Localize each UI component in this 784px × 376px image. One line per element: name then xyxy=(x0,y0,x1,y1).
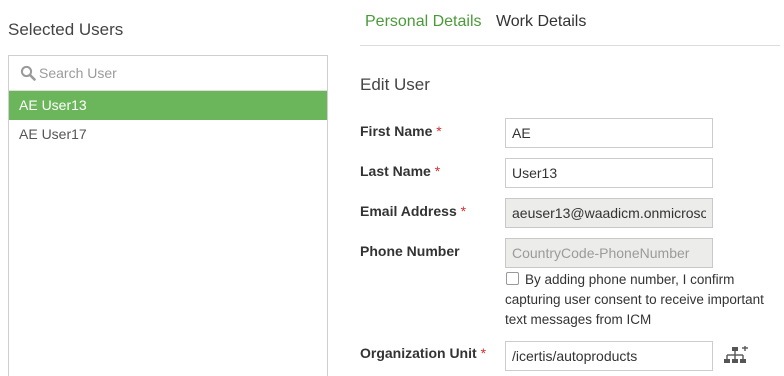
selected-users-list: AE User13 AE User17 xyxy=(8,55,328,376)
org-unit-label: Organization Unit * xyxy=(360,345,486,361)
user-list-item-selected[interactable]: AE User13 xyxy=(9,91,327,120)
selected-users-title: Selected Users xyxy=(8,20,124,39)
detail-tabs: Personal Details Work Details xyxy=(365,13,596,31)
search-icon xyxy=(20,65,36,81)
phone-consent: By adding phone number, I confirm captur… xyxy=(505,270,780,330)
first-name-field[interactable] xyxy=(505,118,713,148)
email-field[interactable] xyxy=(505,198,713,228)
required-marker: * xyxy=(460,203,467,219)
edit-user-screen: Selected Users AE User13 AE User17 Perso… xyxy=(0,0,784,376)
first-name-label-text: First Name xyxy=(360,123,433,139)
first-name-label: First Name * xyxy=(360,123,442,139)
org-unit-label-text: Organization Unit xyxy=(360,345,477,361)
search-user-input[interactable] xyxy=(39,62,319,84)
required-marker: * xyxy=(436,123,442,139)
org-unit-field[interactable] xyxy=(505,341,713,371)
required-marker: * xyxy=(434,163,441,179)
last-name-field[interactable] xyxy=(505,158,713,188)
tab-divider xyxy=(360,45,780,46)
last-name-label-text: Last Name xyxy=(360,163,431,179)
tab-personal-details[interactable]: Personal Details xyxy=(365,13,482,31)
email-label-text: Email Address xyxy=(360,203,457,219)
search-row xyxy=(9,56,327,91)
phone-label: Phone Number xyxy=(360,243,460,259)
phone-label-text: Phone Number xyxy=(360,243,460,259)
user-list-item[interactable]: AE User17 xyxy=(9,120,327,149)
email-label: Email Address * xyxy=(360,203,466,219)
required-marker: * xyxy=(480,345,487,361)
consent-checkbox[interactable] xyxy=(506,272,519,285)
last-name-label: Last Name * xyxy=(360,163,440,179)
org-tree-icon[interactable] xyxy=(724,346,748,366)
phone-number-field[interactable] xyxy=(505,238,713,268)
consent-text: By adding phone number, I confirm captur… xyxy=(505,272,764,327)
tab-work-details[interactable]: Work Details xyxy=(496,13,586,31)
edit-user-title: Edit User xyxy=(360,75,430,94)
